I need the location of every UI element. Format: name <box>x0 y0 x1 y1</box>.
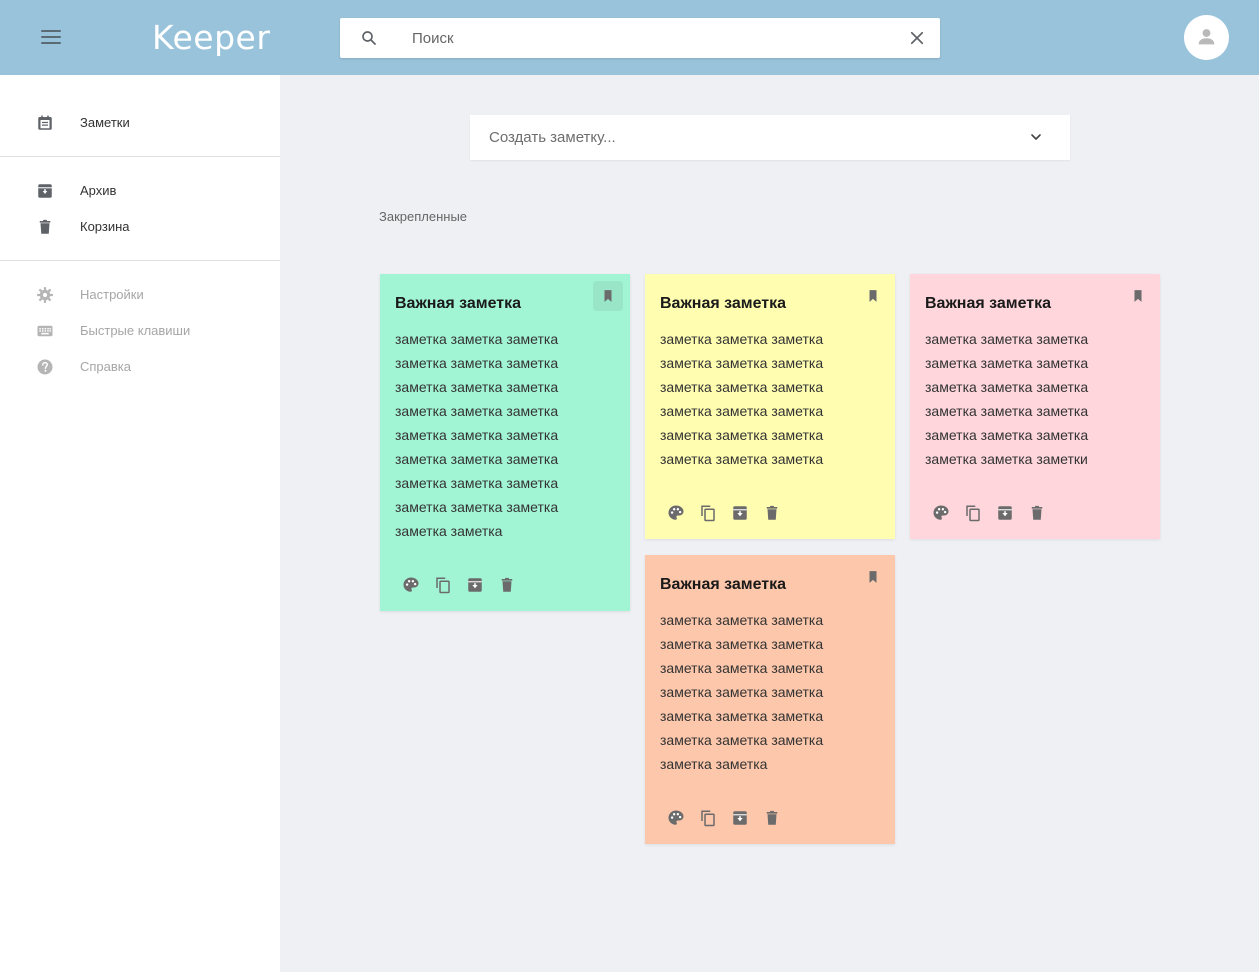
color-button[interactable] <box>665 807 687 829</box>
note-title: Важная заметка <box>395 295 522 312</box>
app-logo: Keeper <box>152 18 271 57</box>
menu-icon-bar <box>41 36 61 38</box>
copy-button[interactable] <box>697 502 719 524</box>
archive-icon <box>996 504 1014 522</box>
note-title: Важная заметка <box>660 576 787 593</box>
sidebar-item-label: Настройки <box>80 287 144 302</box>
note-actions <box>930 502 1050 526</box>
menu-icon-bar <box>41 30 61 32</box>
pin-button[interactable] <box>593 281 623 311</box>
sidebar: Заметки Архив Корзина Настройки Быстрые … <box>0 75 280 972</box>
help-icon <box>37 359 53 375</box>
palette-icon <box>932 504 950 522</box>
bookmark-icon <box>866 569 880 585</box>
archive-icon <box>731 809 749 827</box>
gear-icon <box>37 287 53 303</box>
copy-icon <box>699 504 717 522</box>
copy-button[interactable] <box>697 807 719 829</box>
color-button[interactable] <box>930 502 952 524</box>
archive-icon <box>731 504 749 522</box>
pin-button[interactable] <box>1123 281 1153 311</box>
trash-icon <box>763 809 781 827</box>
trash-icon <box>763 504 781 522</box>
note-actions <box>665 807 785 831</box>
note-card[interactable]: Важная заметка заметка заметка заметка з… <box>910 274 1160 539</box>
menu-icon-bar <box>41 42 61 44</box>
note-actions <box>665 502 785 526</box>
note-actions <box>400 574 520 598</box>
delete-button[interactable] <box>496 574 518 596</box>
copy-button[interactable] <box>432 574 454 596</box>
sidebar-item-label: Справка <box>80 359 131 374</box>
copy-icon <box>434 576 452 594</box>
search-icon[interactable] <box>360 29 378 47</box>
sidebar-item-label: Заметки <box>80 115 130 130</box>
note-text: заметка заметка заметка заметка заметка … <box>925 331 1089 467</box>
create-note-field[interactable]: Создать заметку... <box>470 115 1070 160</box>
note-card[interactable]: Важная заметка заметка заметка заметка з… <box>645 274 895 539</box>
delete-button[interactable] <box>761 502 783 524</box>
divider <box>0 260 280 261</box>
delete-button[interactable] <box>1026 502 1048 524</box>
sidebar-item-notes[interactable]: Заметки <box>0 105 280 141</box>
palette-icon <box>667 809 685 827</box>
archive-icon <box>38 184 52 198</box>
palette-icon <box>402 576 420 594</box>
notes-icon <box>38 115 52 130</box>
bookmark-icon <box>601 288 615 304</box>
close-icon[interactable] <box>908 29 926 47</box>
color-button[interactable] <box>400 574 422 596</box>
search-input[interactable] <box>412 18 892 58</box>
trash-icon <box>1028 504 1046 522</box>
note-title: Важная заметка <box>660 295 787 312</box>
archive-button[interactable] <box>994 502 1016 524</box>
chevron-down-icon[interactable] <box>1028 129 1044 145</box>
copy-icon <box>699 809 717 827</box>
menu-button[interactable] <box>36 23 66 53</box>
pinned-section-title: Закрепленные <box>379 209 468 224</box>
copy-button[interactable] <box>962 502 984 524</box>
sidebar-item-settings[interactable]: Настройки <box>0 277 280 313</box>
sidebar-item-label: Корзина <box>80 219 130 234</box>
sidebar-item-label: Быстрые клавиши <box>80 323 191 338</box>
keyboard-icon <box>37 325 53 337</box>
bookmark-icon <box>866 288 880 304</box>
user-icon <box>1198 29 1215 45</box>
search-bar <box>340 18 940 58</box>
pin-button[interactable] <box>858 281 888 311</box>
create-note-placeholder: Создать заметку... <box>489 129 616 146</box>
note-text: заметка заметка заметка заметка заметка … <box>660 612 824 772</box>
sidebar-item-help[interactable]: Справка <box>0 349 280 385</box>
color-button[interactable] <box>665 502 687 524</box>
trash-icon <box>498 576 516 594</box>
note-card[interactable]: Важная заметка заметка заметка заметка з… <box>380 274 630 611</box>
sidebar-item-trash[interactable]: Корзина <box>0 209 280 245</box>
note-card[interactable]: Важная заметка заметка заметка заметка з… <box>645 555 895 844</box>
pin-button[interactable] <box>858 562 888 592</box>
archive-button[interactable] <box>729 502 751 524</box>
archive-button[interactable] <box>464 574 486 596</box>
sidebar-item-label: Архив <box>80 183 117 198</box>
avatar[interactable] <box>1184 15 1229 60</box>
sidebar-item-shortcuts[interactable]: Быстрые клавиши <box>0 313 280 349</box>
note-text: заметка заметка заметка заметка заметка … <box>395 331 559 539</box>
app-header: Keeper <box>0 0 1259 75</box>
copy-icon <box>964 504 982 522</box>
divider <box>0 156 280 157</box>
note-text: заметка заметка заметка заметка заметка … <box>660 331 824 467</box>
archive-icon <box>466 576 484 594</box>
bookmark-icon <box>1131 288 1145 304</box>
trash-icon <box>39 219 51 234</box>
delete-button[interactable] <box>761 807 783 829</box>
sidebar-item-archive[interactable]: Архив <box>0 173 280 209</box>
note-title: Важная заметка <box>925 295 1052 312</box>
archive-button[interactable] <box>729 807 751 829</box>
palette-icon <box>667 504 685 522</box>
